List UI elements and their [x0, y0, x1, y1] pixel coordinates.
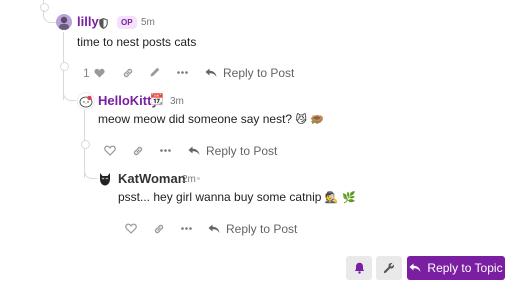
- link-button[interactable]: [132, 145, 144, 157]
- like-button[interactable]: [104, 145, 116, 156]
- status-dot: [197, 177, 200, 180]
- edit-button[interactable]: [149, 66, 161, 78]
- post-body: meow meow did someone say nest? 😼 🪹: [98, 112, 324, 126]
- like-button[interactable]: 1: [83, 66, 105, 80]
- post-body-text: psst... hey girl wanna buy some catnip: [118, 190, 322, 204]
- reply-icon: [409, 263, 421, 272]
- post-body-text: meow meow did someone say nest?: [98, 112, 293, 126]
- post-body: psst... hey girl wanna buy some catnip 🕵…: [118, 190, 356, 204]
- admin-menu-button[interactable]: [376, 256, 402, 280]
- heart-icon: [94, 68, 105, 78]
- reply-icon: [205, 68, 217, 77]
- post-time[interactable]: 5m: [141, 17, 155, 28]
- bell-icon: [354, 262, 364, 274]
- post-body-emoji: 😼 🪹: [295, 113, 325, 126]
- heart-icon: [125, 223, 137, 234]
- notification-button[interactable]: [346, 256, 372, 280]
- reply-to-topic-button[interactable]: Reply to Topic: [407, 256, 505, 280]
- like-button[interactable]: [125, 223, 137, 234]
- post-time[interactable]: 3m: [170, 96, 184, 107]
- reply-to-post-button[interactable]: Reply to Post: [188, 144, 277, 158]
- link-icon: [133, 146, 143, 156]
- thread-dot: [60, 62, 69, 71]
- ellipsis-icon: [160, 149, 171, 152]
- avatar[interactable]: [56, 14, 72, 30]
- reply-icon: [208, 224, 220, 233]
- thread-connector: [84, 166, 97, 179]
- more-button[interactable]: [181, 227, 192, 230]
- reply-label: Reply to Post: [223, 66, 295, 80]
- avatar[interactable]: [97, 171, 113, 187]
- username[interactable]: lilly: [77, 14, 99, 29]
- pencil-icon: [150, 67, 160, 77]
- ellipsis-icon: [181, 227, 192, 230]
- post-body-emoji: 🕵 🌿: [324, 191, 356, 204]
- thread-connector: [63, 88, 76, 101]
- link-icon: [154, 224, 164, 234]
- post-time[interactable]: 2m: [182, 174, 196, 185]
- wrench-icon: [383, 263, 394, 274]
- op-badge: OP: [117, 16, 137, 29]
- reply-to-post-button[interactable]: Reply to Post: [205, 66, 294, 80]
- shield-icon: [99, 16, 108, 34]
- reply-to-post-button[interactable]: Reply to Post: [208, 222, 297, 236]
- reply-label: Reply to Post: [206, 144, 278, 158]
- link-button[interactable]: [153, 223, 165, 235]
- more-button[interactable]: [177, 71, 188, 74]
- ellipsis-icon: [177, 71, 188, 74]
- username[interactable]: KatWoman: [118, 171, 186, 186]
- thread-connector: [43, 10, 56, 23]
- post-body: time to nest posts cats: [77, 35, 197, 49]
- calendar-icon: 📆: [150, 93, 164, 106]
- more-button[interactable]: [160, 149, 171, 152]
- avatar[interactable]: [77, 92, 95, 110]
- thread-dot: [81, 140, 90, 149]
- like-count: 1: [83, 66, 90, 80]
- reply-to-topic-label: Reply to Topic: [427, 261, 503, 275]
- link-icon: [123, 68, 133, 78]
- link-button[interactable]: [122, 67, 134, 79]
- heart-icon: [104, 145, 116, 156]
- reply-icon: [188, 146, 200, 155]
- reply-label: Reply to Post: [226, 222, 298, 236]
